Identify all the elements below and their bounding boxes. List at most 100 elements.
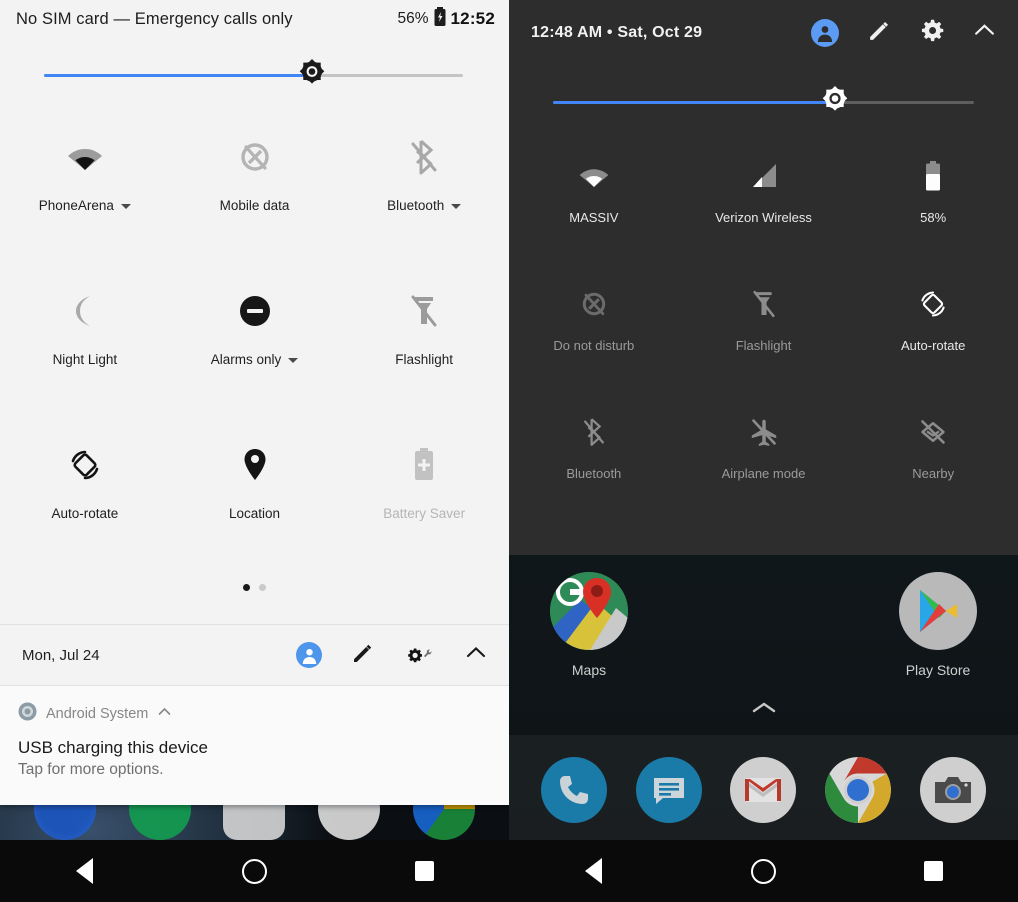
qs-label-text: Auto-rotate: [901, 338, 966, 353]
back-button[interactable]: [45, 851, 125, 891]
right-quick-settings-panel: 12:48 AM • Sat, Oct 29 MASSIV Verizon Wi…: [509, 0, 1018, 555]
gear-icon[interactable]: [920, 18, 945, 48]
do-not-disturb-icon: [239, 288, 271, 334]
chevron-up-icon[interactable]: [973, 19, 996, 47]
user-avatar-icon[interactable]: [811, 19, 839, 47]
qs-tile-location[interactable]: Location: [170, 424, 340, 578]
quick-settings-row: MASSIV Verizon Wireless 58%: [509, 142, 1018, 270]
back-button[interactable]: [554, 851, 634, 891]
brightness-slider[interactable]: [553, 78, 974, 126]
notification-header: Android System: [18, 702, 491, 726]
gear-wrench-icon[interactable]: [404, 643, 436, 667]
app-drawer-handle[interactable]: [509, 700, 1018, 716]
qs-label-text: Alarms only: [210, 352, 282, 367]
qs-tile-auto-rotate[interactable]: Auto-rotate: [848, 270, 1018, 398]
qs-tile-battery-saver[interactable]: Battery Saver: [339, 424, 509, 578]
left-notification-shade: No SIM card — Emergency calls only 56% 1…: [0, 0, 509, 805]
left-phone-screen: No SIM card — Emergency calls only 56% 1…: [0, 0, 509, 902]
battery-percent-text: 56%: [397, 10, 429, 27]
time-and-date-text: 12:48 AM • Sat, Oct 29: [531, 24, 703, 41]
qs-tile-do-not-disturb[interactable]: Do not disturb: [509, 270, 679, 398]
home-circle-icon: [750, 858, 776, 884]
camera-icon[interactable]: [919, 757, 986, 823]
messages-icon[interactable]: [635, 757, 702, 823]
qs-label-text: Battery Saver: [383, 506, 466, 521]
airplane-mode-off-icon: [750, 412, 778, 452]
app-maps[interactable]: Maps: [541, 572, 637, 702]
quick-settings-grid: MASSIV Verizon Wireless 58% Do not distu…: [509, 142, 1018, 526]
pencil-edit-icon[interactable]: [351, 641, 375, 670]
qs-tile-wifi[interactable]: PhoneArena: [0, 116, 170, 270]
qs-tile-airplane-mode[interactable]: Airplane mode: [679, 398, 849, 526]
qs-label: Location: [229, 506, 280, 521]
quick-settings-row: Bluetooth Airplane mode Nearby: [509, 398, 1018, 526]
qs-tile-night-light[interactable]: Night Light: [0, 270, 170, 424]
home-screen-apps: Maps Play Store: [509, 572, 1018, 702]
bluetooth-off-icon: [409, 134, 439, 180]
pencil-edit-icon[interactable]: [867, 18, 892, 48]
page-dot[interactable]: [259, 584, 266, 591]
flashlight-off-icon: [411, 288, 437, 334]
notification-app-name: Android System: [46, 706, 149, 722]
quick-settings-row: PhoneArena Mobile data Bluetooth: [0, 116, 509, 270]
qs-tile-bluetooth[interactable]: Bluetooth: [509, 398, 679, 526]
app-label: Play Store: [905, 662, 971, 678]
recents-button[interactable]: [893, 851, 973, 891]
notification-card[interactable]: Android System USB charging this device …: [0, 686, 509, 805]
chevron-up-icon[interactable]: [465, 642, 487, 669]
qs-label-text: Auto-rotate: [51, 506, 119, 521]
qs-label: Auto-rotate: [51, 506, 118, 521]
brightness-slider[interactable]: [44, 48, 463, 102]
flashlight-off-icon: [752, 284, 775, 324]
qs-tile-mobile-data[interactable]: Mobile data: [170, 116, 340, 270]
chevron-down-icon[interactable]: [451, 204, 462, 209]
brightness-fill: [553, 100, 836, 104]
page-dot-active[interactable]: [243, 584, 250, 591]
gmail-icon[interactable]: [730, 757, 797, 823]
back-triangle-icon: [585, 858, 603, 884]
dock: [509, 735, 1018, 845]
battery-charging-icon: [434, 7, 446, 31]
chevron-down-icon[interactable]: [288, 358, 299, 363]
battery-saver-icon: [412, 442, 436, 488]
qs-tile-battery[interactable]: 58%: [848, 142, 1018, 270]
qs-label-text: Do not disturb: [553, 338, 635, 353]
qs-label: Bluetooth: [387, 198, 462, 213]
nearby-off-icon: [918, 412, 948, 452]
quick-settings-grid: PhoneArena Mobile data Bluetooth Night L…: [0, 116, 509, 578]
qs-tile-cellular[interactable]: Verizon Wireless: [679, 142, 849, 270]
phone-icon[interactable]: [541, 757, 608, 823]
chrome-icon[interactable]: [825, 757, 892, 823]
navigation-bar: [509, 840, 1018, 902]
app-play-store[interactable]: Play Store: [890, 572, 986, 702]
quick-settings-row: Auto-rotate Location Battery Saver: [0, 424, 509, 578]
qs-label-text: Mobile data: [219, 198, 290, 213]
qs-label-text: Night Light: [52, 352, 118, 367]
shade-footer: Mon, Jul 24: [0, 624, 509, 686]
home-button[interactable]: [214, 851, 294, 891]
qs-tile-flashlight[interactable]: Flashlight: [679, 270, 849, 398]
notification-subtitle: Tap for more options.: [18, 761, 164, 778]
recents-button[interactable]: [384, 851, 464, 891]
google-play-store-icon: [899, 572, 977, 650]
qs-tile-wifi[interactable]: MASSIV: [509, 142, 679, 270]
do-not-disturb-off-icon: [579, 284, 609, 324]
qs-label-text: Bluetooth: [566, 466, 622, 481]
qs-label: PhoneArena: [39, 198, 131, 213]
qs-label: Alarms only: [211, 352, 299, 367]
qs-label-text: Airplane mode: [721, 466, 806, 481]
qs-tile-alarms-only[interactable]: Alarms only: [170, 270, 340, 424]
chevron-up-icon[interactable]: [157, 704, 172, 724]
qs-tile-bluetooth[interactable]: Bluetooth: [339, 116, 509, 270]
location-pin-icon: [243, 442, 267, 488]
android-system-icon: [18, 702, 37, 726]
qs-tile-nearby[interactable]: Nearby: [848, 398, 1018, 526]
qs-tile-auto-rotate[interactable]: Auto-rotate: [0, 424, 170, 578]
home-button[interactable]: [723, 851, 803, 891]
brightness-sun-icon[interactable]: [818, 85, 852, 119]
brightness-sun-icon[interactable]: [295, 58, 329, 92]
chevron-up-icon: [752, 702, 775, 713]
user-avatar-icon[interactable]: [296, 642, 322, 668]
qs-tile-flashlight[interactable]: Flashlight: [339, 270, 509, 424]
chevron-down-icon[interactable]: [120, 204, 131, 209]
